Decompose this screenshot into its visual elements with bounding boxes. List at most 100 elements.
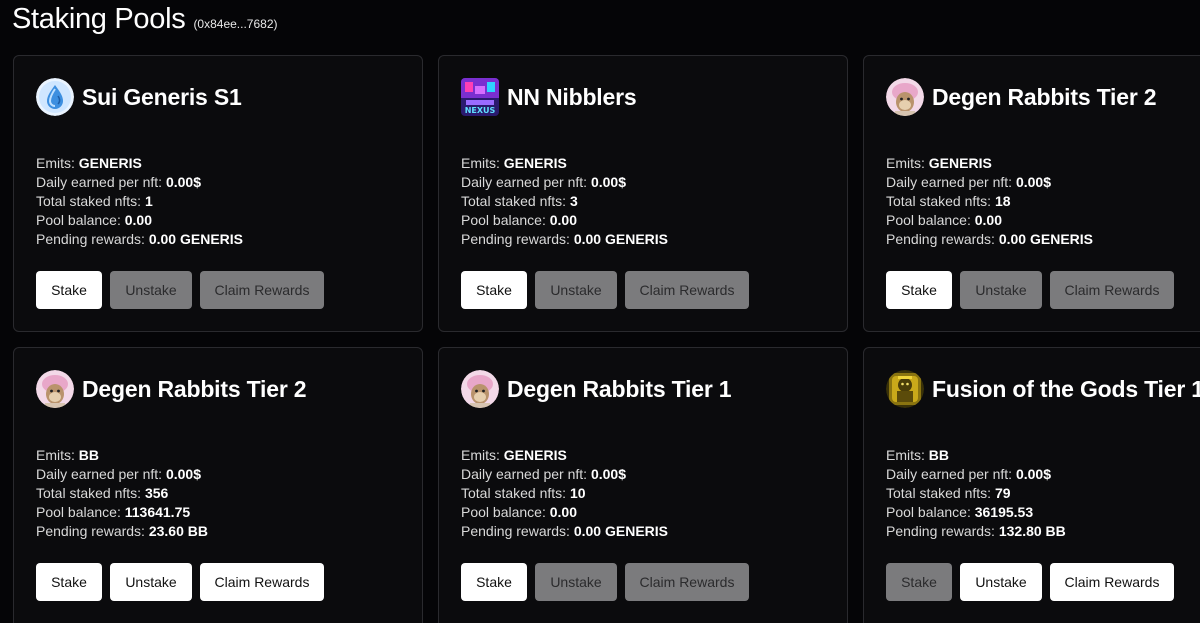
pool-actions: Stake Unstake Claim Rewards	[461, 271, 749, 309]
pool-balance-label: Pool balance:	[886, 504, 971, 520]
pool-card: Fusion of the Gods Tier 1 Emits: BB Dail…	[863, 347, 1200, 623]
pending-rewards-row: Pending rewards: 0.00 GENERIS	[461, 522, 668, 541]
claim-rewards-button[interactable]: Claim Rewards	[625, 563, 749, 601]
stake-button[interactable]: Stake	[36, 271, 102, 309]
emits-row: Emits: GENERIS	[461, 154, 668, 173]
emits-value: BB	[78, 447, 100, 463]
wallet-address: (0x84ee...7682)	[193, 17, 278, 31]
claim-rewards-button[interactable]: Claim Rewards	[200, 271, 324, 309]
pool-card: Degen Rabbits Tier 1 Emits: GENERIS Dail…	[438, 347, 848, 623]
pool-actions: Stake Unstake Claim Rewards	[36, 563, 324, 601]
total-staked-row: Total staked nfts: 18	[886, 192, 1093, 211]
stake-button[interactable]: Stake	[886, 271, 952, 309]
emits-value: BB	[928, 447, 950, 463]
total-staked-value: 18	[994, 193, 1011, 209]
unstake-button[interactable]: Unstake	[960, 271, 1042, 309]
rabbit-avatar-icon	[36, 370, 74, 408]
stake-button[interactable]: Stake	[461, 563, 527, 601]
daily-earned-value: 0.00$	[590, 466, 627, 482]
pool-card: NEXUS NN Nibblers Emits: GENERIS Daily e…	[438, 55, 848, 332]
claim-rewards-button[interactable]: Claim Rewards	[1050, 563, 1174, 601]
pool-balance-row: Pool balance: 0.00	[886, 211, 1093, 230]
pending-rewards-value: 0.00 GENERIS	[998, 231, 1093, 247]
pending-rewards-label: Pending rewards:	[461, 231, 570, 247]
pool-title: Degen Rabbits Tier 2	[82, 375, 307, 402]
daily-earned-row: Daily earned per nft: 0.00$	[36, 465, 208, 484]
emits-label: Emits:	[461, 447, 500, 463]
pending-rewards-value: 0.00 GENERIS	[573, 231, 668, 247]
pool-balance-label: Pool balance:	[36, 212, 121, 228]
pool-balance-value: 0.00	[974, 212, 1002, 228]
total-staked-label: Total staked nfts:	[36, 485, 142, 501]
pool-stats: Emits: GENERIS Daily earned per nft: 0.0…	[36, 154, 243, 249]
total-staked-value: 79	[994, 485, 1011, 501]
emits-row: Emits: GENERIS	[886, 154, 1093, 173]
pool-card: Degen Rabbits Tier 2 Emits: BB Daily ear…	[13, 347, 423, 623]
unstake-button[interactable]: Unstake	[535, 563, 617, 601]
pool-card: Sui Generis S1 Emits: GENERIS Daily earn…	[13, 55, 423, 332]
pool-title: Fusion of the Gods Tier 1	[932, 375, 1200, 402]
stake-button[interactable]: Stake	[886, 563, 952, 601]
unstake-button[interactable]: Unstake	[535, 271, 617, 309]
pending-rewards-label: Pending rewards:	[461, 523, 570, 539]
total-staked-value: 356	[144, 485, 169, 501]
emits-row: Emits: BB	[886, 446, 1066, 465]
unstake-button[interactable]: Unstake	[110, 563, 192, 601]
pool-balance-label: Pool balance:	[886, 212, 971, 228]
pending-rewards-label: Pending rewards:	[886, 231, 995, 247]
emits-label: Emits:	[461, 155, 500, 171]
pool-stats: Emits: BB Daily earned per nft: 0.00$ To…	[36, 446, 208, 541]
pool-title: Sui Generis S1	[82, 83, 242, 110]
pool-balance-label: Pool balance:	[36, 504, 121, 520]
pool-balance-row: Pool balance: 36195.53	[886, 503, 1066, 522]
rabbit-avatar-icon	[461, 370, 499, 408]
pool-actions: Stake Unstake Claim Rewards	[886, 271, 1174, 309]
pool-balance-value: 0.00	[549, 504, 577, 520]
daily-earned-value: 0.00$	[590, 174, 627, 190]
pending-rewards-label: Pending rewards:	[36, 231, 145, 247]
claim-rewards-button[interactable]: Claim Rewards	[625, 271, 749, 309]
total-staked-label: Total staked nfts:	[36, 193, 142, 209]
pool-title: Degen Rabbits Tier 2	[932, 83, 1157, 110]
pool-card-header: NEXUS NN Nibblers	[461, 78, 637, 116]
emits-label: Emits:	[886, 155, 925, 171]
pool-balance-value: 0.00	[549, 212, 577, 228]
pending-rewards-row: Pending rewards: 132.80 BB	[886, 522, 1066, 541]
svg-text:NEXUS: NEXUS	[465, 106, 496, 115]
total-staked-label: Total staked nfts:	[461, 485, 567, 501]
claim-rewards-button[interactable]: Claim Rewards	[200, 563, 324, 601]
pool-balance-row: Pool balance: 0.00	[461, 503, 668, 522]
total-staked-label: Total staked nfts:	[886, 193, 992, 209]
pool-balance-value: 113641.75	[124, 504, 191, 520]
unstake-button[interactable]: Unstake	[110, 271, 192, 309]
total-staked-value: 10	[569, 485, 586, 501]
unstake-button[interactable]: Unstake	[960, 563, 1042, 601]
total-staked-row: Total staked nfts: 10	[461, 484, 668, 503]
daily-earned-label: Daily earned per nft:	[36, 174, 163, 190]
pool-actions: Stake Unstake Claim Rewards	[461, 563, 749, 601]
rabbit-avatar-icon	[886, 78, 924, 116]
pool-title: Degen Rabbits Tier 1	[507, 375, 732, 402]
daily-earned-value: 0.00$	[1015, 174, 1052, 190]
page-title: Staking Pools	[12, 3, 186, 35]
daily-earned-row: Daily earned per nft: 0.00$	[886, 173, 1093, 192]
nexus-logo-icon: NEXUS	[461, 78, 499, 116]
emits-label: Emits:	[36, 155, 75, 171]
daily-earned-value: 0.00$	[165, 174, 202, 190]
total-staked-value: 3	[569, 193, 578, 209]
daily-earned-row: Daily earned per nft: 0.00$	[886, 465, 1066, 484]
total-staked-row: Total staked nfts: 356	[36, 484, 208, 503]
daily-earned-label: Daily earned per nft:	[886, 174, 1013, 190]
pool-actions: Stake Unstake Claim Rewards	[886, 563, 1174, 601]
pending-rewards-value: 132.80 BB	[998, 523, 1066, 539]
claim-rewards-button[interactable]: Claim Rewards	[1050, 271, 1174, 309]
stake-button[interactable]: Stake	[36, 563, 102, 601]
stake-button[interactable]: Stake	[461, 271, 527, 309]
emits-label: Emits:	[886, 447, 925, 463]
pool-card-header: Degen Rabbits Tier 1	[461, 370, 732, 408]
daily-earned-row: Daily earned per nft: 0.00$	[461, 465, 668, 484]
emits-value: GENERIS	[503, 447, 567, 463]
total-staked-label: Total staked nfts:	[461, 193, 567, 209]
water-drop-icon	[36, 78, 74, 116]
daily-earned-label: Daily earned per nft:	[36, 466, 163, 482]
